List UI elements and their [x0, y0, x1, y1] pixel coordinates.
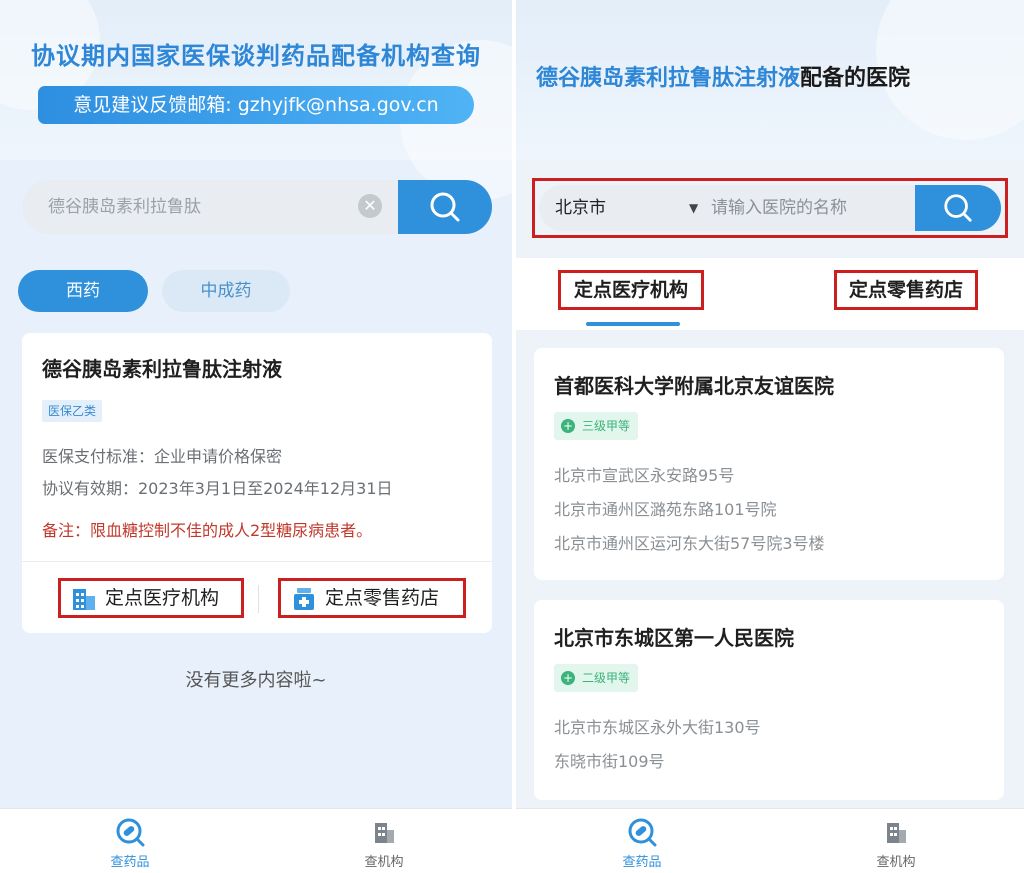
insurance-class-badge: 医保乙类 — [42, 400, 103, 422]
institution-button-label: 定点医疗机构 — [105, 587, 220, 609]
drug-search-screen: 协议期内国家医保谈判药品配备机构查询 意见建议反馈邮箱: gzhyjfk@nhs… — [0, 0, 512, 873]
plus-circle-icon: + — [561, 671, 575, 685]
plus-circle-icon: + — [561, 419, 575, 433]
chevron-down-icon[interactable]: ▼ — [689, 185, 698, 231]
end-of-list-text: 没有更多内容啦~ — [185, 670, 327, 691]
page-title: 协议期内国家医保谈判药品配备机构查询 — [31, 42, 481, 70]
tab-western-medicine[interactable]: 西药 — [18, 270, 148, 312]
bottom-nav: 查药品 查机构 — [516, 808, 1024, 873]
drug-card: 德谷胰岛素利拉鲁肽注射液 医保乙类 医保支付标准：企业申请价格保密 协议有效期：… — [22, 333, 492, 633]
pharmacy-button[interactable]: 定点零售药店 — [278, 578, 466, 618]
building-icon — [887, 823, 906, 843]
hospital-address: 北京市通州区运河东大街57号院3号楼 — [554, 534, 825, 553]
page-title-drug: 德谷胰岛素利拉鲁肽注射液 — [536, 66, 801, 91]
search-input[interactable]: 德谷胰岛素利拉鲁肽 — [48, 180, 201, 234]
city-select[interactable]: 北京市 — [555, 185, 606, 231]
nav-label: 查药品 — [622, 855, 662, 870]
drug-search-bar[interactable]: 德谷胰岛素利拉鲁肽 ✕ — [22, 180, 492, 234]
hospital-card[interactable]: 北京市东城区第一人民医院 + 二级甲等 北京市东城区永外大街130号 东晓市街1… — [534, 600, 1004, 800]
hospital-address: 北京市通州区潞苑东路101号院 — [554, 500, 777, 519]
hospital-level-badge: + 三级甲等 — [554, 412, 639, 440]
page-title-suffix: 配备的医院 — [800, 66, 911, 91]
pharmacy-icon — [291, 586, 317, 623]
page-header: 协议期内国家医保谈判药品配备机构查询 意见建议反馈邮箱: gzhyjfk@nhs… — [0, 0, 512, 200]
hospital-search-bar[interactable]: 北京市 ▼ 请输入医院的名称 — [539, 185, 1001, 231]
page-header: 德谷胰岛素利拉鲁肽注射液配备的医院 — [516, 0, 1024, 160]
hospital-name: 北京市东城区第一人民医院 — [554, 626, 794, 650]
pill-search-icon — [628, 818, 657, 847]
nav-label: 查机构 — [364, 855, 404, 870]
nav-institution-search[interactable]: 查机构 — [324, 809, 444, 873]
hospital-name: 首都医科大学附属北京友谊医院 — [554, 374, 834, 398]
divider — [22, 561, 492, 562]
tab-chinese-patent-medicine[interactable]: 中成药 — [162, 270, 290, 312]
feedback-email-banner[interactable]: 意见建议反馈邮箱: gzhyjfk@nhsa.gov.cn — [38, 86, 474, 124]
hospital-list-screen: 德谷胰岛素利拉鲁肽注射液配备的医院 北京市 ▼ 请输入医院的名称 定点医疗机构 … — [516, 0, 1024, 873]
page-title: 德谷胰岛素利拉鲁肽注射液配备的医院 — [536, 60, 910, 92]
search-button[interactable] — [398, 180, 492, 234]
hospital-address: 北京市东城区永外大街130号 — [554, 718, 761, 737]
hospital-address: 北京市宣武区永安路95号 — [554, 466, 735, 485]
tab-retail-pharmacy[interactable]: 定点零售药店 — [834, 270, 978, 310]
nav-drug-search[interactable]: 查药品 — [70, 809, 190, 873]
nav-drug-search[interactable]: 查药品 — [582, 809, 702, 873]
hospital-icon — [71, 586, 97, 623]
payment-standard: 医保支付标准：企业申请价格保密 — [42, 447, 283, 466]
bottom-nav: 查药品 查机构 — [0, 808, 512, 873]
hospital-level-badge: + 二级甲等 — [554, 664, 639, 692]
institution-button[interactable]: 定点医疗机构 — [58, 578, 244, 618]
active-tab-indicator — [586, 322, 680, 326]
drug-name: 德谷胰岛素利拉鲁肽注射液 — [42, 357, 282, 381]
nav-label: 查机构 — [876, 855, 916, 870]
search-button[interactable] — [915, 185, 1001, 231]
hospital-search-highlight: 北京市 ▼ 请输入医院的名称 — [532, 178, 1008, 238]
drug-note: 备注：限血糖控制不佳的成人2型糖尿病患者。 — [42, 521, 373, 540]
building-icon — [375, 823, 394, 843]
hospital-address: 东晓市街109号 — [554, 752, 665, 771]
search-icon — [430, 192, 460, 222]
tab-medical-institution[interactable]: 定点医疗机构 — [558, 270, 704, 310]
institution-tabs: 定点医疗机构 定点零售药店 — [516, 258, 1024, 330]
agreement-validity: 协议有效期：2023年3月1日至2024年12月31日 — [42, 479, 393, 498]
nav-institution-search[interactable]: 查机构 — [836, 809, 956, 873]
nav-label: 查药品 — [110, 855, 150, 870]
hospital-level: 二级甲等 — [582, 671, 631, 685]
divider — [258, 585, 259, 613]
hospital-card[interactable]: 首都医科大学附属北京友谊医院 + 三级甲等 北京市宣武区永安路95号 北京市通州… — [534, 348, 1004, 580]
pharmacy-button-label: 定点零售药店 — [325, 587, 440, 609]
hospital-search-input[interactable]: 请输入医院的名称 — [711, 185, 847, 231]
pill-search-icon — [116, 818, 145, 847]
clear-icon[interactable]: ✕ — [358, 194, 382, 218]
hospital-level: 三级甲等 — [582, 419, 631, 433]
search-icon — [944, 194, 972, 222]
